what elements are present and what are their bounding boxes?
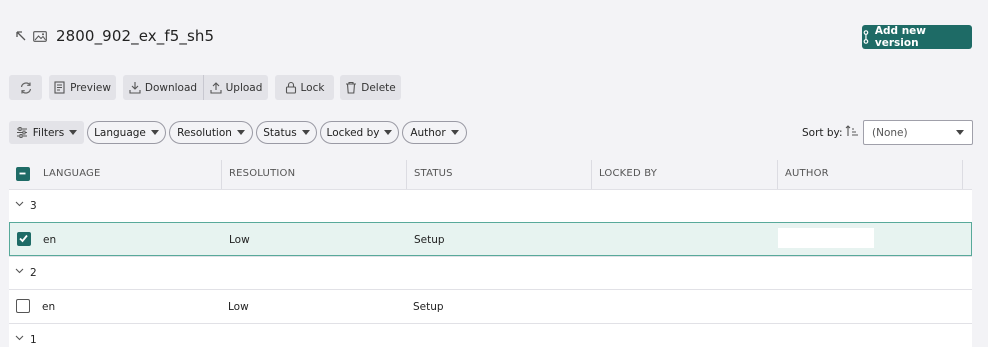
filter-status[interactable]: Status bbox=[256, 121, 317, 144]
caret-down-icon bbox=[301, 130, 310, 135]
row-checkbox[interactable] bbox=[16, 299, 30, 313]
column-language[interactable]: LANGUAGE bbox=[43, 168, 101, 179]
add-new-version-button[interactable]: Add new version bbox=[862, 25, 972, 49]
column-divider bbox=[591, 160, 592, 189]
chevron-down-icon[interactable] bbox=[15, 335, 24, 341]
cell-resolution: Low bbox=[229, 234, 250, 246]
filter-status-label: Status bbox=[263, 126, 297, 139]
row-checkbox[interactable] bbox=[17, 232, 31, 246]
filter-language[interactable]: Language bbox=[87, 121, 166, 144]
filter-resolution[interactable]: Resolution bbox=[169, 121, 253, 144]
caret-down-icon bbox=[450, 130, 459, 135]
lock-button[interactable]: Lock bbox=[275, 75, 334, 100]
filters-button[interactable]: Filters bbox=[9, 121, 84, 144]
caret-down-icon bbox=[69, 130, 78, 135]
column-divider bbox=[777, 160, 778, 189]
cell-author bbox=[778, 228, 874, 248]
filters-label: Filters bbox=[32, 126, 65, 139]
trash-icon bbox=[346, 81, 357, 94]
lock-label: Lock bbox=[300, 81, 325, 94]
column-divider bbox=[221, 160, 222, 189]
caret-down-icon bbox=[236, 130, 245, 135]
table-row[interactable]: en Low Setup bbox=[9, 222, 972, 256]
cell-language: en bbox=[43, 234, 57, 246]
cell-language: en bbox=[42, 301, 56, 313]
image-icon bbox=[33, 30, 47, 42]
sort-ascending-icon[interactable] bbox=[845, 124, 859, 138]
select-all-checkbox[interactable] bbox=[16, 167, 30, 181]
download-label: Download bbox=[144, 81, 198, 94]
sort-by-label: Sort by: bbox=[802, 127, 843, 139]
cell-resolution: Low bbox=[228, 301, 249, 313]
cell-status: Setup bbox=[414, 234, 445, 246]
group-label: 2 bbox=[30, 267, 37, 279]
filter-author-label: Author bbox=[410, 126, 446, 139]
refresh-button[interactable] bbox=[9, 75, 42, 100]
delete-label: Delete bbox=[361, 81, 396, 94]
preview-icon bbox=[54, 81, 65, 94]
checkmark-icon bbox=[19, 234, 28, 243]
caret-down-icon bbox=[956, 130, 964, 135]
sort-select-value: (None) bbox=[872, 126, 908, 139]
group-row-3[interactable]: 3 bbox=[9, 189, 972, 222]
table-header: LANGUAGE RESOLUTION STATUS LOCKED BY AUT… bbox=[9, 160, 972, 189]
download-button[interactable]: Download bbox=[123, 75, 203, 100]
chevron-down-icon[interactable] bbox=[15, 201, 24, 207]
column-status[interactable]: STATUS bbox=[414, 168, 453, 179]
filter-sliders-icon bbox=[16, 127, 27, 138]
sort-select[interactable]: (None) bbox=[863, 120, 973, 145]
column-resolution[interactable]: RESOLUTION bbox=[229, 168, 295, 179]
back-arrow-icon[interactable] bbox=[15, 30, 27, 42]
caret-down-icon bbox=[150, 130, 159, 135]
upload-button[interactable]: Upload bbox=[204, 75, 268, 100]
column-locked-by[interactable]: LOCKED BY bbox=[599, 168, 657, 179]
column-author[interactable]: AUTHOR bbox=[785, 168, 829, 179]
filter-language-label: Language bbox=[94, 126, 146, 139]
chevron-down-icon[interactable] bbox=[15, 268, 24, 274]
download-icon bbox=[129, 82, 141, 94]
filter-resolution-label: Resolution bbox=[177, 126, 232, 139]
column-divider bbox=[962, 160, 963, 189]
group-label: 1 bbox=[30, 334, 37, 346]
column-divider bbox=[406, 160, 407, 189]
table-row[interactable]: en Low Setup bbox=[9, 289, 972, 323]
filter-locked-by[interactable]: Locked by bbox=[320, 121, 399, 144]
upload-icon bbox=[210, 82, 222, 94]
preview-button[interactable]: Preview bbox=[49, 75, 116, 100]
filter-author[interactable]: Author bbox=[402, 121, 467, 144]
group-label: 3 bbox=[30, 200, 37, 212]
add-new-version-label: Add new version bbox=[874, 25, 927, 49]
refresh-icon bbox=[20, 81, 31, 94]
group-row-2[interactable]: 2 bbox=[9, 256, 972, 289]
minus-icon bbox=[19, 172, 26, 175]
preview-label: Preview bbox=[70, 81, 111, 94]
upload-label: Upload bbox=[225, 81, 263, 94]
version-icon bbox=[863, 30, 869, 44]
header-icons bbox=[15, 30, 47, 42]
group-row-1[interactable]: 1 bbox=[9, 323, 972, 347]
page-title: 2800_902_ex_f5_sh5 bbox=[56, 27, 215, 45]
caret-down-icon bbox=[384, 130, 393, 135]
lock-icon bbox=[285, 81, 296, 94]
delete-button[interactable]: Delete bbox=[340, 75, 401, 100]
cell-status: Setup bbox=[413, 301, 444, 313]
filter-locked-by-label: Locked by bbox=[326, 126, 380, 139]
